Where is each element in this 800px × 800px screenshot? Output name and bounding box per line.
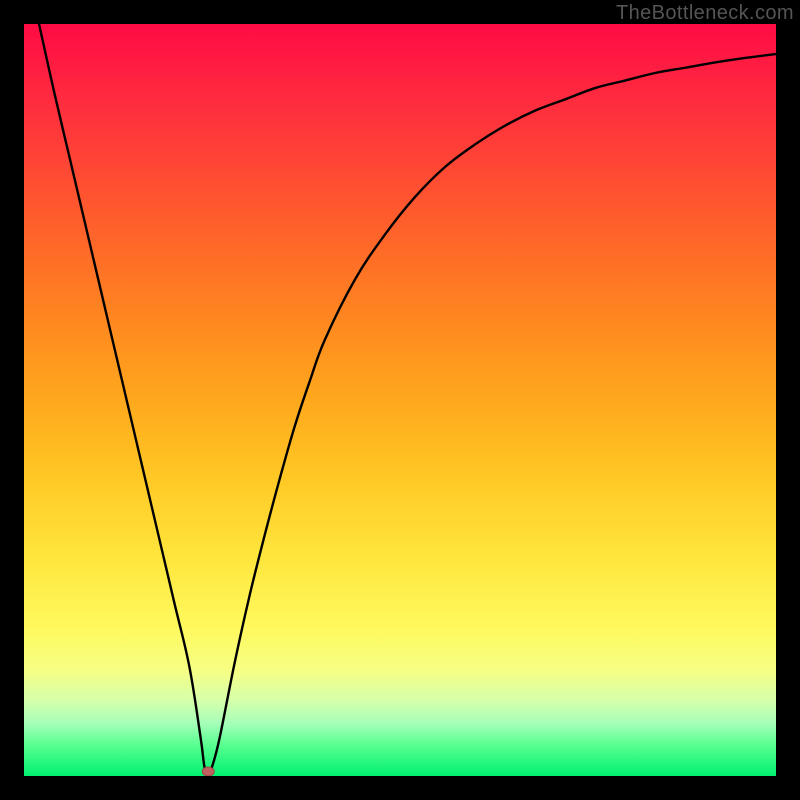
plot-area [24,24,776,776]
minimum-marker [202,767,214,776]
bottleneck-curve [39,24,776,776]
curve-layer [24,24,776,776]
watermark-text: TheBottleneck.com [616,2,794,25]
chart-frame: TheBottleneck.com [0,0,800,800]
